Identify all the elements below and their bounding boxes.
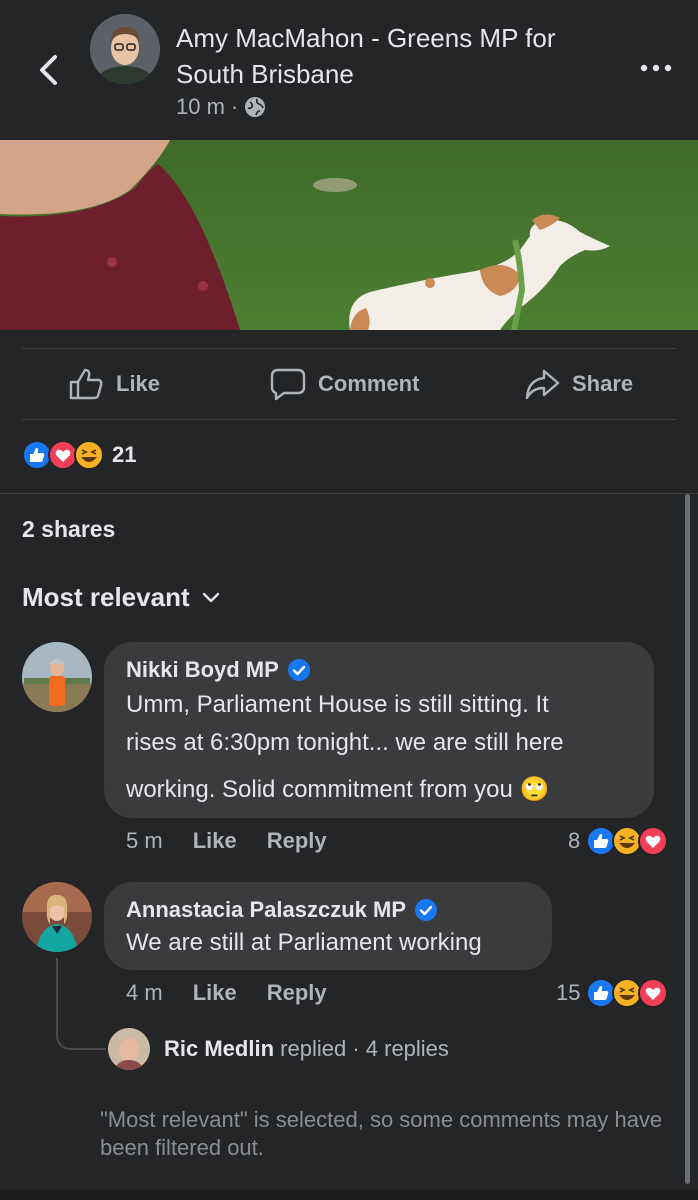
like-action-button[interactable]: Like	[68, 364, 160, 404]
globe-icon	[245, 97, 266, 117]
post-photo[interactable]	[0, 140, 698, 330]
comment-action-label: Comment	[318, 371, 420, 396]
eye-roll-emoji: 🙄	[519, 775, 550, 803]
poster-avatar[interactable]	[90, 14, 160, 84]
thumbs-up-icon	[69, 368, 103, 400]
comment-text: Umm, Parliament House is still sitting. …	[126, 691, 564, 803]
reply-count: 4 replies	[365, 1036, 449, 1061]
comment-bubble[interactable]: Annastacia Palaszczuk MP We are still at…	[104, 882, 552, 970]
share-action-label: Share	[572, 371, 634, 396]
back-arrow-icon[interactable]	[34, 52, 64, 88]
comment-sort-dropdown[interactable]: Most relevant	[22, 582, 220, 613]
comment-text: We are still at Parliament working	[126, 929, 482, 956]
comment-meta: 4 m Like Reply	[126, 980, 327, 1006]
sort-label: Most relevant	[22, 582, 190, 612]
comment-reactions[interactable]: 15	[556, 978, 669, 1008]
share-action-button[interactable]: Share	[524, 364, 633, 404]
commenter-avatar-nikki[interactable]	[22, 642, 92, 712]
comment-meta: 5 m Like Reply	[126, 828, 327, 854]
love-reaction-icon	[638, 826, 669, 856]
replied-text: replied	[280, 1036, 347, 1061]
view-replies-link[interactable]: Ric Medlin replied · 4 replies	[108, 1028, 449, 1070]
shares-count[interactable]: 2 shares	[22, 516, 115, 543]
replier-avatar	[108, 1028, 150, 1070]
love-reaction-icon	[638, 978, 669, 1008]
like-action-label: Like	[116, 371, 161, 396]
replier-name: Ric Medlin	[164, 1036, 275, 1061]
comment-action-button[interactable]: Comment	[270, 364, 419, 404]
comment-icon	[270, 368, 306, 401]
reply-separator: ·	[352, 1036, 360, 1061]
section-divider	[0, 493, 698, 494]
comment-reaction-count: 15	[556, 980, 581, 1005]
post-reaction-count: 21	[112, 442, 137, 467]
post-meta: 10 m ·	[176, 94, 266, 120]
comment-like-button[interactable]: Like	[193, 828, 237, 854]
bottom-edge	[0, 1190, 698, 1200]
commenter-name[interactable]: Nikki Boyd MP	[126, 656, 632, 684]
comment-time: 4 m	[126, 980, 163, 1005]
chevron-down-icon	[202, 592, 219, 602]
share-arrow-icon	[525, 369, 560, 400]
commenter-name[interactable]: Annastacia Palaszczuk MP	[126, 896, 530, 924]
meta-separator: ·	[230, 94, 239, 119]
comment-reply-button[interactable]: Reply	[267, 980, 327, 1006]
action-divider-bottom	[22, 419, 676, 420]
more-options-icon[interactable]	[636, 58, 676, 78]
poster-name[interactable]: Amy MacMahon - Greens MP for South Brisb…	[176, 20, 616, 92]
comment-like-button[interactable]: Like	[193, 980, 237, 1006]
comment-bubble[interactable]: Nikki Boyd MP Umm, Parliament House is s…	[104, 642, 654, 818]
action-divider-top	[22, 348, 676, 349]
post-reactions[interactable]: 21	[22, 440, 136, 470]
comment-reaction-count: 8	[568, 828, 581, 853]
haha-reaction-icon	[74, 440, 104, 470]
verified-badge-icon	[415, 899, 438, 921]
commenter-avatar-annastacia[interactable]	[22, 882, 92, 952]
scrollbar[interactable]	[685, 494, 690, 1184]
post-header: Amy MacMahon - Greens MP for South Brisb…	[0, 0, 698, 140]
post-time: 10 m	[176, 94, 225, 119]
comment-time: 5 m	[126, 828, 163, 853]
comment-reply-button[interactable]: Reply	[267, 828, 327, 854]
comment-reactions[interactable]: 8	[568, 826, 669, 856]
verified-badge-icon	[287, 659, 310, 681]
reply-thread-line	[56, 958, 106, 1050]
filter-notice: "Most relevant" is selected, so some com…	[100, 1107, 663, 1160]
